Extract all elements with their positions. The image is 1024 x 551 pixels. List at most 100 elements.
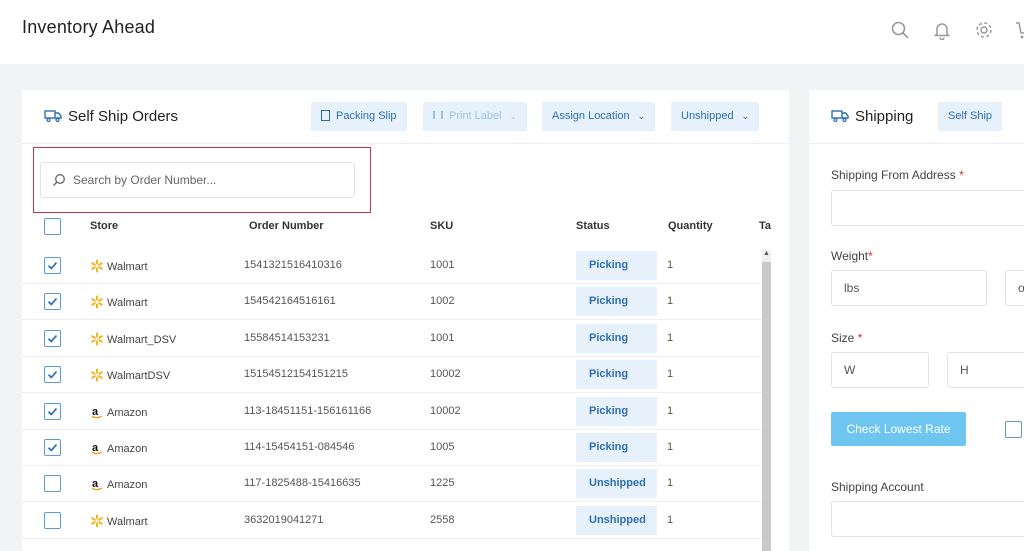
- row-checkbox[interactable]: [44, 366, 61, 384]
- walmart-logo-icon: [90, 295, 107, 309]
- scroll-up-arrow-icon[interactable]: ▲: [763, 250, 770, 257]
- print-label-button[interactable]: Print Label ⌄: [423, 102, 528, 131]
- row-checkbox[interactable]: [44, 257, 61, 274]
- size-label-text: Size: [831, 331, 855, 345]
- store-cell: Walmart: [90, 259, 148, 273]
- chevron-down-icon: ⌄: [509, 111, 518, 121]
- order-number-cell[interactable]: 15584514153231: [244, 332, 330, 344]
- print-label-label: Print Label: [449, 110, 502, 122]
- sku-cell: 1005: [430, 441, 455, 453]
- walmart-logo-icon: [90, 368, 107, 382]
- top-bar: Inventory Ahead: [0, 0, 1024, 64]
- column-header-quantity[interactable]: Quantity: [668, 220, 713, 232]
- shipping-from-field[interactable]: [831, 190, 1024, 226]
- table-row[interactable]: Walmart 154542164516161 1002 Picking 1: [22, 284, 762, 321]
- size-width-field[interactable]: W: [831, 352, 929, 388]
- weight-lbs-field[interactable]: lbs: [831, 270, 987, 306]
- app-title: Inventory Ahead: [22, 17, 156, 37]
- status-badge: Picking: [576, 323, 657, 353]
- column-header-sku[interactable]: SKU: [430, 220, 453, 232]
- row-checkbox[interactable]: [44, 402, 61, 420]
- check-lowest-rate-button[interactable]: Check Lowest Rate: [831, 412, 966, 446]
- shipping-panel: Shipping Self Ship Shipping From Address…: [809, 90, 1024, 551]
- amazon-logo-icon: a: [90, 406, 107, 419]
- table-row[interactable]: Walmart 1541321516410316 1001 Picking 1: [22, 248, 762, 284]
- svg-text:a: a: [92, 442, 99, 454]
- store-name: WalmartDSV: [107, 370, 171, 383]
- table-row[interactable]: WalmartDSV 15154512154151215 10002 Picking 1: [22, 357, 762, 394]
- quantity-cell: 1: [667, 441, 674, 453]
- search-input[interactable]: [73, 171, 343, 189]
- svg-text:a: a: [92, 478, 99, 490]
- order-number-cell[interactable]: 1541321516410316: [244, 259, 342, 271]
- bell-icon[interactable]: [932, 20, 952, 40]
- document-icon: [321, 110, 330, 121]
- quantity-cell: 1: [667, 331, 674, 344]
- shipping-panel-title: Shipping: [855, 108, 914, 125]
- sku-cell: 10002: [430, 404, 461, 417]
- table-row[interactable]: Walmart 3632019041271 2558 Unshipped 1: [22, 503, 762, 539]
- store-name: Amazon: [107, 479, 148, 492]
- row-checkbox[interactable]: [44, 329, 61, 347]
- table-row[interactable]: Walmart_DSV 15584514153231 1001 Picking 1: [22, 321, 762, 357]
- search-icon[interactable]: [890, 20, 910, 40]
- orders-panel-title: Self Ship Orders: [68, 108, 179, 125]
- column-header-order-number[interactable]: Order Number: [249, 220, 324, 232]
- column-header-status[interactable]: Status: [576, 220, 610, 232]
- amazon-logo-icon: a: [90, 442, 107, 455]
- barcode-icon: [433, 111, 443, 119]
- packing-slip-label: Packing Slip: [336, 110, 397, 122]
- quantity-cell: 1: [667, 368, 674, 381]
- packing-slip-button[interactable]: Packing Slip: [311, 102, 407, 131]
- search-icon: [53, 174, 65, 186]
- status-badge: Unshipped: [576, 505, 657, 535]
- row-checkbox[interactable]: [44, 511, 61, 529]
- column-header-store[interactable]: Store: [90, 220, 118, 232]
- weight-label: Weight*: [831, 249, 873, 263]
- row-checkbox[interactable]: [44, 439, 61, 456]
- select-all-checkbox[interactable]: [44, 218, 61, 235]
- store-cell: Walmart: [90, 514, 148, 528]
- store-name: Amazon: [107, 406, 148, 419]
- sku-cell: 1002: [430, 295, 455, 308]
- unshipped-filter-label: Unshipped: [681, 110, 734, 122]
- cart-icon[interactable]: [1014, 20, 1024, 40]
- store-cell: a Amazon: [90, 441, 147, 455]
- store-cell: a Amazon: [90, 477, 147, 491]
- status-badge: Picking: [576, 360, 657, 390]
- search-box[interactable]: [40, 162, 355, 198]
- table-row[interactable]: a Amazon 117-1825488-15416635 1225 Unshipped…: [22, 466, 762, 503]
- store-name: Walmart: [107, 515, 148, 528]
- rate-option-checkbox[interactable]: [1005, 421, 1022, 438]
- table-row[interactable]: a Amazon 113-18451151-156161166 10002 Pickin…: [22, 394, 762, 430]
- assign-location-button[interactable]: Assign Location ⌄: [542, 102, 656, 131]
- shipping-from-label-text: Shipping From Address: [831, 168, 956, 182]
- assign-location-label: Assign Location: [552, 110, 630, 122]
- chevron-down-icon: ⌄: [741, 111, 750, 121]
- unshipped-filter-button[interactable]: Unshipped ⌄: [671, 102, 760, 131]
- quantity-cell: 1: [667, 295, 674, 308]
- shipping-panel-header: Shipping Self Ship: [809, 90, 1024, 144]
- status-badge: Picking: [576, 396, 657, 426]
- table-row[interactable]: a Amazon 114-15454151-084546 1005 Picking 1: [22, 430, 762, 466]
- column-header-ta[interactable]: Ta: [759, 220, 771, 232]
- weight-oz-field[interactable]: o: [1005, 270, 1024, 306]
- required-mark: *: [857, 331, 863, 345]
- store-name: Walmart_DSV: [107, 333, 177, 346]
- scrollbar-thumb[interactable]: [762, 262, 771, 551]
- gear-icon[interactable]: [974, 20, 994, 40]
- order-number-cell[interactable]: 114-15454151-084546: [244, 441, 355, 453]
- orders-panel-header: Self Ship Orders Packing Slip Print Labe…: [22, 90, 789, 144]
- order-number-cell[interactable]: 3632019041271: [244, 514, 324, 526]
- order-number-cell[interactable]: 15154512154151215: [244, 368, 348, 380]
- status-badge: Unshipped: [576, 469, 657, 499]
- row-checkbox[interactable]: [44, 475, 61, 493]
- tab-self-ship[interactable]: Self Ship: [938, 102, 1003, 131]
- order-number-cell[interactable]: 117-1825488-15416635: [244, 477, 361, 489]
- shipping-account-field[interactable]: [831, 501, 1024, 537]
- order-number-cell[interactable]: 154542164516161: [244, 295, 336, 307]
- walmart-logo-icon: [90, 259, 107, 273]
- order-number-cell[interactable]: 113-18451151-156161166: [244, 405, 371, 417]
- row-checkbox[interactable]: [44, 293, 61, 311]
- size-height-field[interactable]: H: [947, 352, 1024, 388]
